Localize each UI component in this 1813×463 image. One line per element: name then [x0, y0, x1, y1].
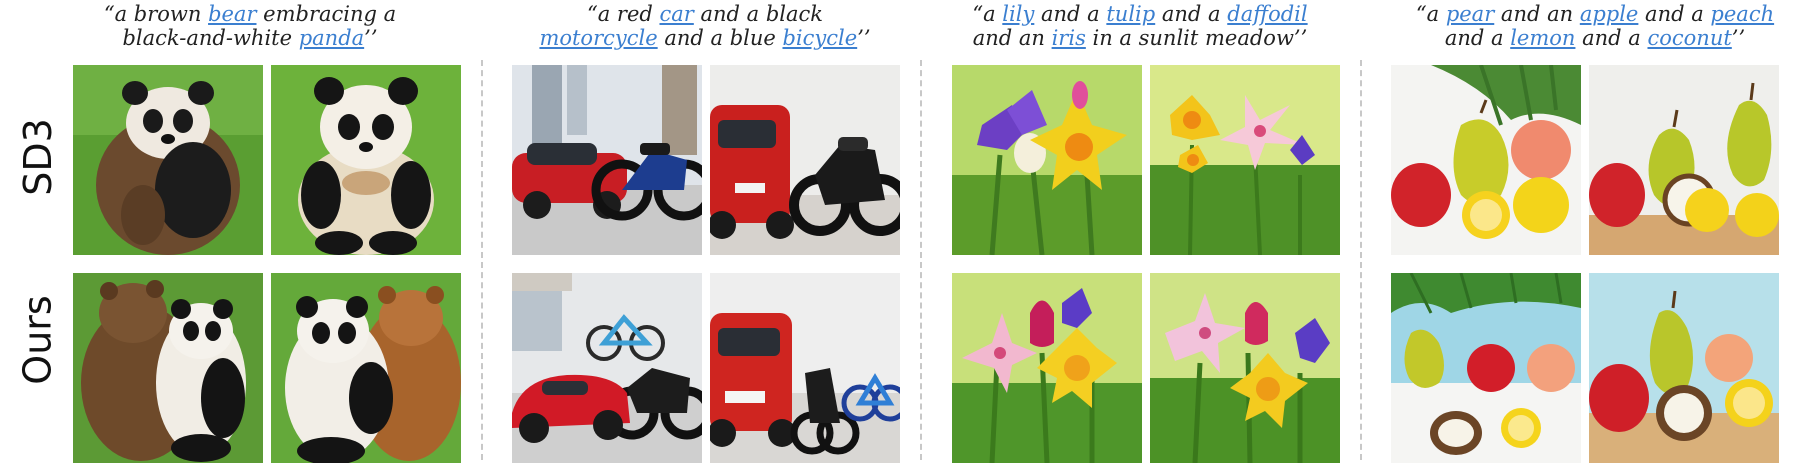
highlighted-object-word: bicycle [782, 26, 858, 50]
image-sd3-bear-panda-2 [271, 65, 461, 255]
prompt-caption-bear-panda: “a brown bear embracing a black-and-white… [62, 2, 438, 50]
caption-line2: and an iris in a sunlit meadow’’ [930, 26, 1350, 50]
caption-line2: motorcycle and a blue bicycle’’ [500, 26, 910, 50]
highlighted-object-word: apple [1579, 2, 1639, 26]
highlighted-object-word: daffodil [1227, 2, 1308, 26]
caption-text: and an [972, 26, 1052, 50]
caption-text: and a [1155, 2, 1228, 26]
caption-line1: “a pear and an apple and a peach [1378, 2, 1812, 26]
caption-text: black-and-white [122, 26, 299, 50]
caption-text: and a blue [657, 26, 783, 50]
row-label-ours: Ours [16, 295, 61, 385]
caption-text: ’’ [364, 26, 378, 50]
image-ours-fruits-2 [1589, 273, 1779, 463]
image-ours-flowers-1 [952, 273, 1142, 463]
image-ours-bear-panda-2 [271, 273, 461, 463]
highlighted-object-word: coconut [1647, 26, 1732, 50]
caption-line2: and a lemon and a coconut’’ [1378, 26, 1812, 50]
caption-text: “a [972, 2, 1003, 26]
highlighted-object-word: car [659, 2, 694, 26]
image-ours-car-moto-bike-1 [512, 273, 702, 463]
image-sd3-fruits-1 [1391, 65, 1581, 255]
caption-text: and a black [693, 2, 824, 26]
caption-text: ’’ [1731, 26, 1746, 50]
caption-text: and a [1444, 26, 1511, 50]
highlighted-object-word: tulip [1106, 2, 1156, 26]
image-sd3-car-moto-2 [710, 65, 900, 255]
row-label-sd3: SD3 [16, 118, 60, 196]
caption-text: and a [1638, 2, 1711, 26]
caption-text: “a red [586, 2, 660, 26]
image-ours-flowers-2 [1150, 273, 1340, 463]
caption-line1: “a lily and a tulip and a daffodil [930, 2, 1350, 26]
caption-text: embracing a [256, 2, 397, 26]
caption-text: “a brown [103, 2, 209, 26]
highlighted-object-word: lemon [1510, 26, 1576, 50]
image-sd3-car-moto-1 [512, 65, 702, 255]
prompt-caption-car-motorcycle-bicycle: “a red car and a black motorcycle and a b… [500, 2, 910, 50]
caption-line1: “a brown bear embracing a [62, 2, 438, 26]
highlighted-object-word: lily [1002, 2, 1035, 26]
image-ours-bear-panda-1 [73, 273, 263, 463]
group-divider-3 [1360, 60, 1362, 460]
caption-line2: black-and-white panda’’ [62, 26, 438, 50]
highlighted-object-word: motorcycle [539, 26, 658, 50]
prompt-caption-fruits: “a pear and an apple and a peach and a le… [1378, 2, 1812, 50]
caption-line1: “a red car and a black [500, 2, 910, 26]
caption-text: in a sunlit meadow’’ [1085, 26, 1308, 50]
caption-text: and a [1034, 2, 1107, 26]
highlighted-object-word: iris [1051, 26, 1086, 50]
highlighted-object-word: bear [208, 2, 257, 26]
image-ours-fruits-1 [1391, 273, 1581, 463]
prompt-caption-flowers: “a lily and a tulip and a daffodil and an… [930, 2, 1350, 50]
image-sd3-flowers-2 [1150, 65, 1340, 255]
image-ours-car-moto-bike-2 [710, 273, 900, 463]
caption-text: “a [1415, 2, 1446, 26]
highlighted-object-word: panda [298, 26, 365, 50]
group-divider-1 [481, 60, 483, 460]
image-sd3-fruits-2 [1589, 65, 1779, 255]
highlighted-object-word: pear [1445, 2, 1495, 26]
caption-text: and an [1494, 2, 1580, 26]
image-sd3-flowers-1 [952, 65, 1142, 255]
group-divider-2 [920, 60, 922, 460]
caption-text: ’’ [857, 26, 871, 50]
caption-text: and a [1575, 26, 1648, 50]
image-sd3-bear-panda-1 [73, 65, 263, 255]
highlighted-object-word: peach [1710, 2, 1775, 26]
